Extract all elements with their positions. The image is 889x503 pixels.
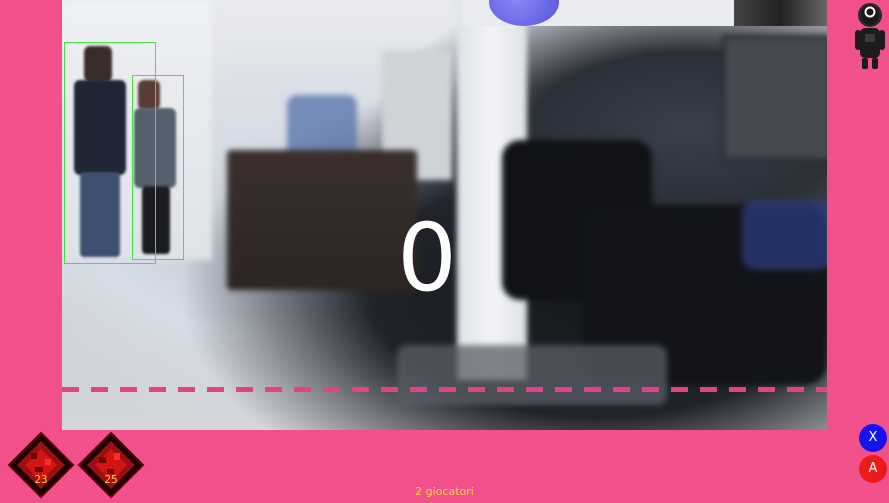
finish-line [62,387,827,392]
squid-game-guard-icon [852,0,888,70]
player-2-detection-box [132,75,184,260]
blue-cushion [742,200,827,270]
players-count: 2 giocatori [415,485,474,498]
a-button[interactable]: A [859,455,887,483]
x-button[interactable]: X [859,424,887,452]
photo-strip [734,0,827,26]
floor-clutter [397,345,667,405]
countdown: 0 [397,204,457,313]
camera-feed: 0 [62,0,827,430]
painting [722,35,827,161]
